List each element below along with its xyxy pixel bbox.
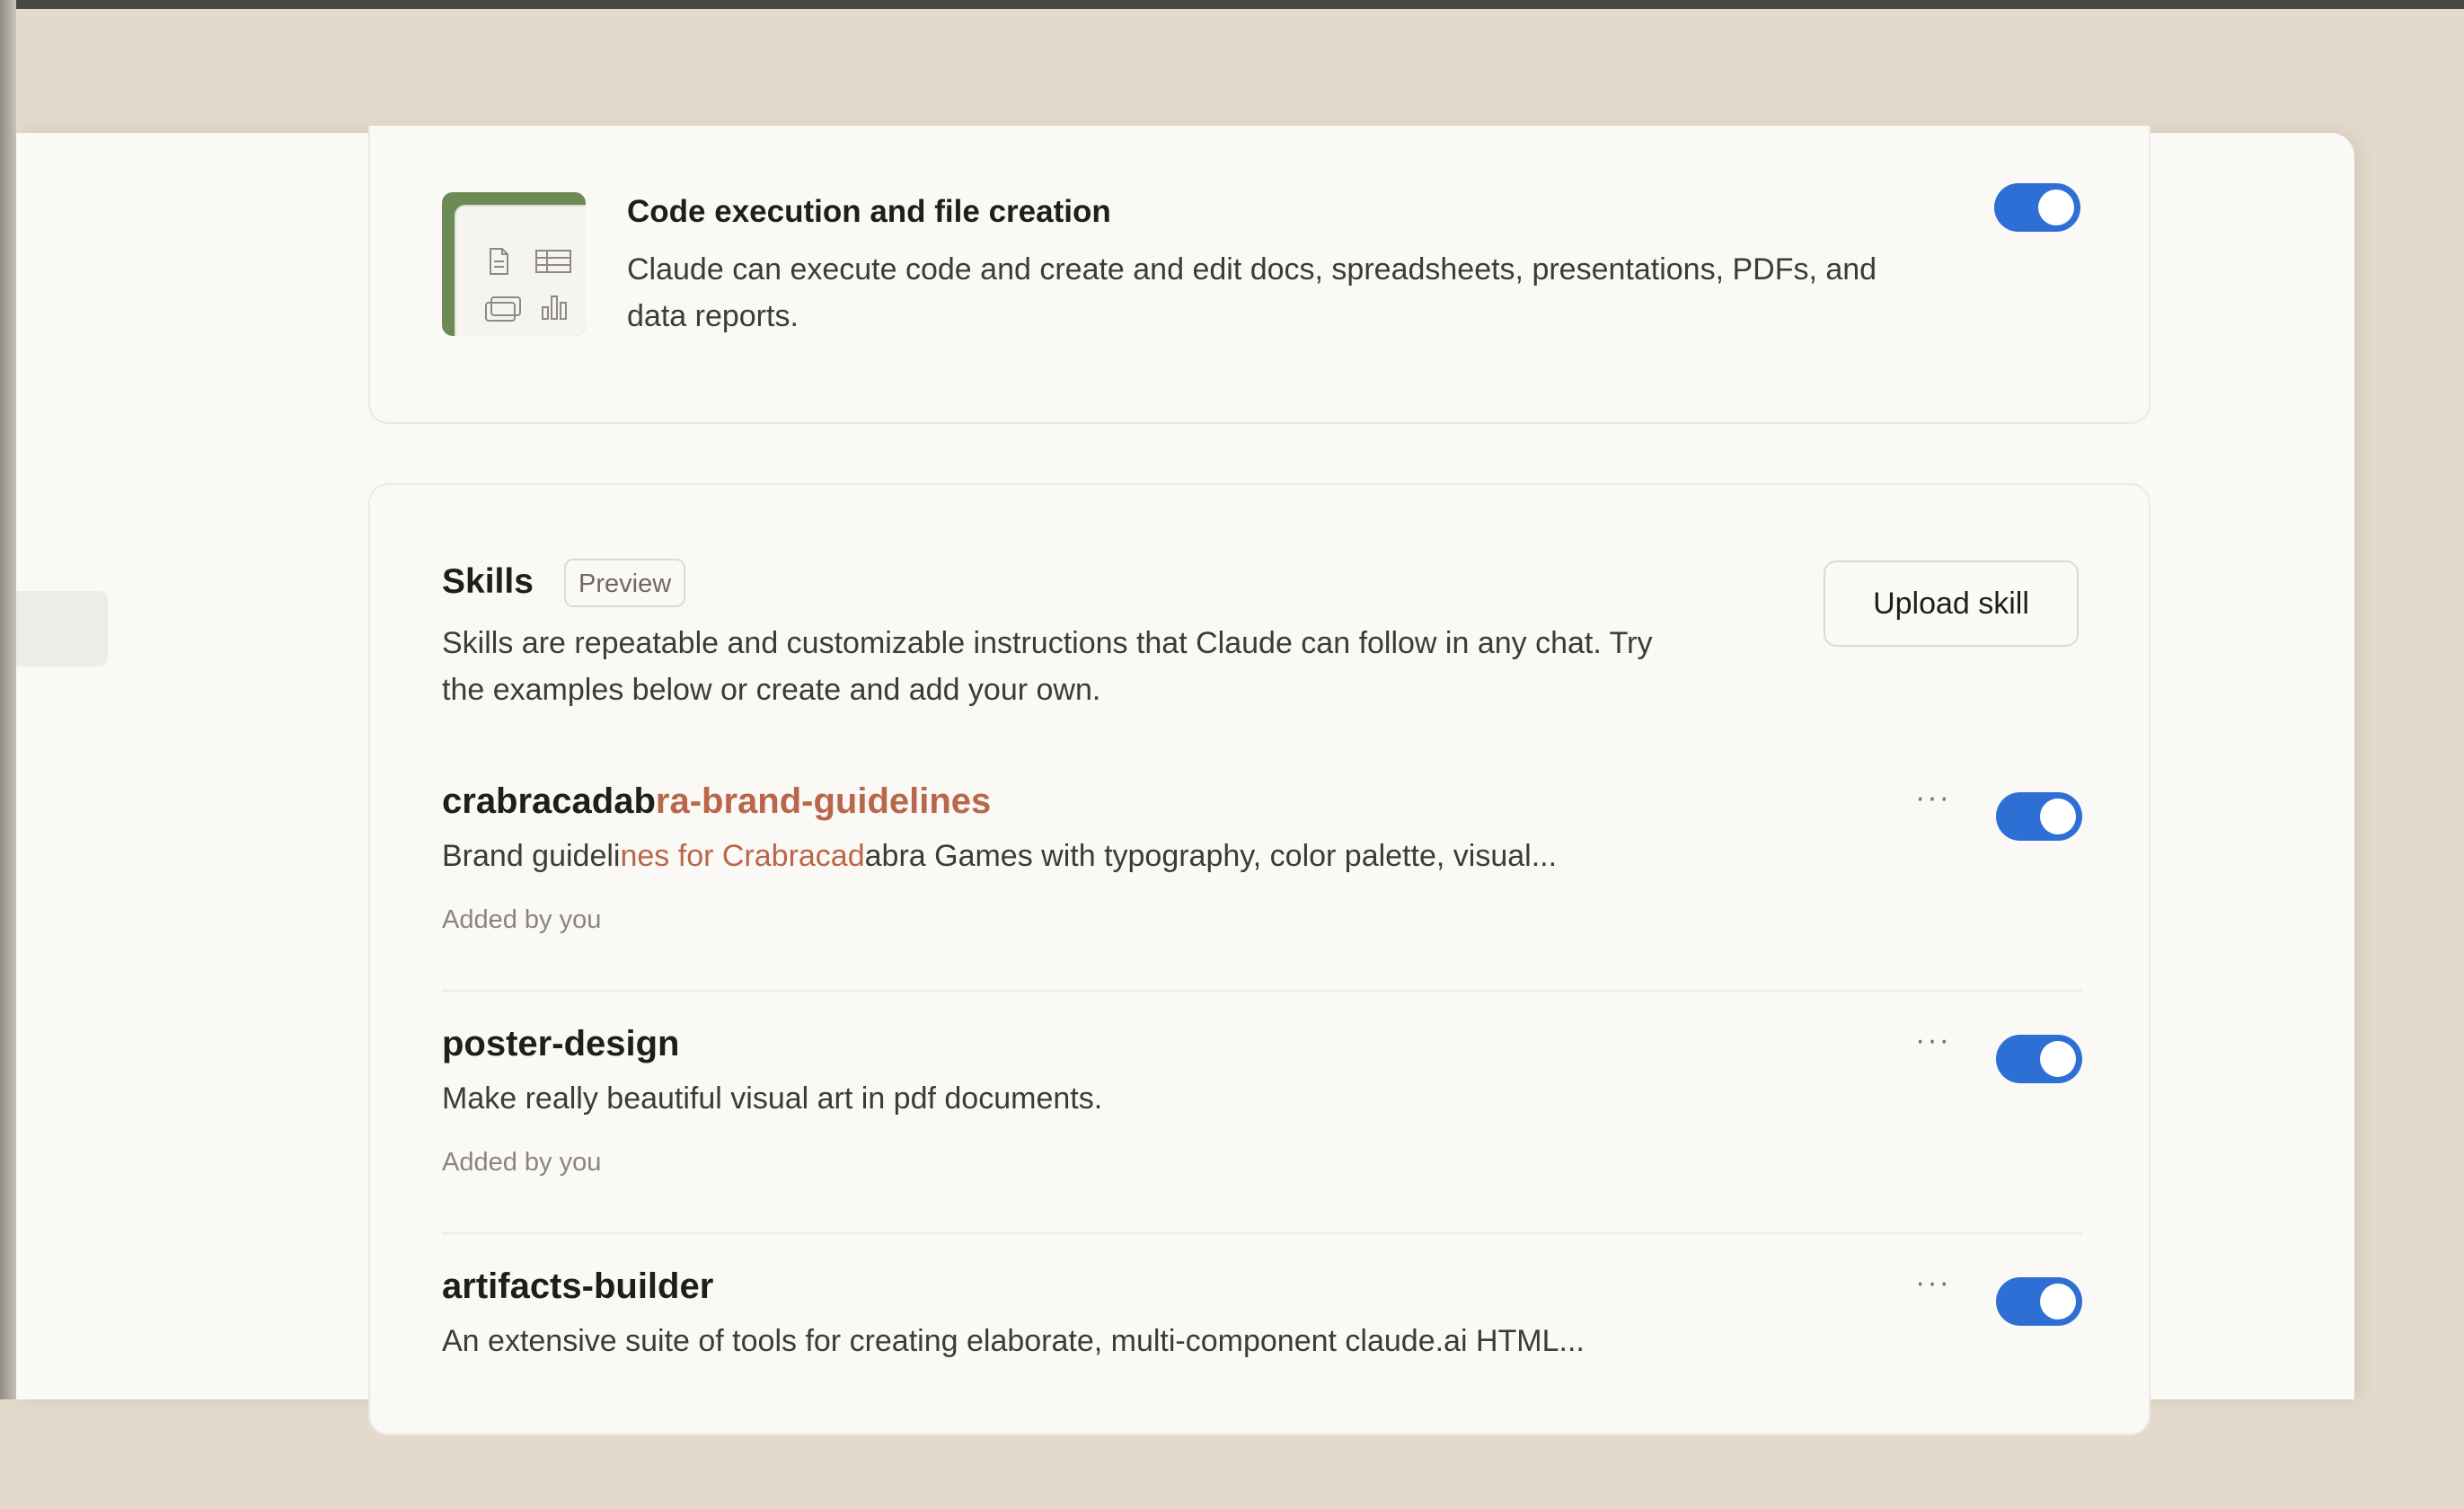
upload-skill-button[interactable]: Upload skill <box>1824 560 2079 647</box>
skill-row-artifacts-builder: artifacts-builder An extensive suite of … <box>442 1266 2082 1509</box>
bar-chart-icon <box>542 296 567 320</box>
skill-toggle[interactable] <box>1996 792 2082 841</box>
skill-description: Brand guidelines for Crabracadabra Games… <box>442 839 1557 874</box>
more-options-button[interactable]: ··· <box>1906 1025 1960 1065</box>
document-icon <box>490 248 508 275</box>
code-execution-description: Claude can execute code and create and e… <box>627 252 1877 333</box>
skill-added-by: Added by you <box>442 1148 602 1177</box>
skill-row-poster-design: poster-design Make really beautiful visu… <box>442 1024 2082 1266</box>
skill-name: artifacts-builder <box>442 1266 714 1306</box>
skill-name-part: crabracadab <box>442 781 656 821</box>
row-divider <box>442 1232 2082 1234</box>
skill-added-by: Added by you <box>442 905 602 934</box>
skill-desc-highlight: nes for Crabracad <box>620 839 865 873</box>
file-creation-icon-panel <box>455 205 586 336</box>
file-creation-icon <box>442 192 586 336</box>
skills-card: Skills Preview Skills are repeatable and… <box>368 483 2150 1435</box>
sidebar-item-selected[interactable] <box>16 591 108 666</box>
skill-name: crabracadabra-brand-guidelines <box>442 781 991 822</box>
skill-description: An extensive suite of tools for creating… <box>442 1324 1585 1358</box>
skill-toggle[interactable] <box>1996 1035 2082 1083</box>
window-left-edge <box>0 0 16 1399</box>
more-options-button[interactable]: ··· <box>1906 782 1960 823</box>
skill-description: Make really beautiful visual art in pdf … <box>442 1081 1103 1116</box>
skill-name-highlight: ra-brand-guidelines <box>655 781 992 821</box>
skills-title: Skills <box>442 562 534 601</box>
code-execution-toggle[interactable] <box>1994 183 2080 232</box>
spreadsheet-icon <box>535 250 571 273</box>
skill-desc-part: Brand guideli <box>442 839 621 873</box>
skill-toggle[interactable] <box>1996 1277 2082 1326</box>
skill-row-brand-guidelines: crabracadabra-brand-guidelines Brand gui… <box>442 781 2082 1024</box>
code-execution-title: Code execution and file creation <box>627 194 1111 229</box>
skills-description: Skills are repeatable and customizable i… <box>442 626 1653 707</box>
presentation-icon <box>485 296 521 322</box>
row-divider <box>442 990 2082 992</box>
skill-desc-part: abra Games with typography, color palett… <box>864 839 1558 873</box>
skill-name: poster-design <box>442 1024 680 1063</box>
code-execution-card: Code execution and file creation Claude … <box>368 126 2150 424</box>
preview-badge: Preview <box>564 559 686 607</box>
more-options-button[interactable]: ··· <box>1906 1267 1960 1308</box>
window-top-edge <box>0 0 2464 9</box>
